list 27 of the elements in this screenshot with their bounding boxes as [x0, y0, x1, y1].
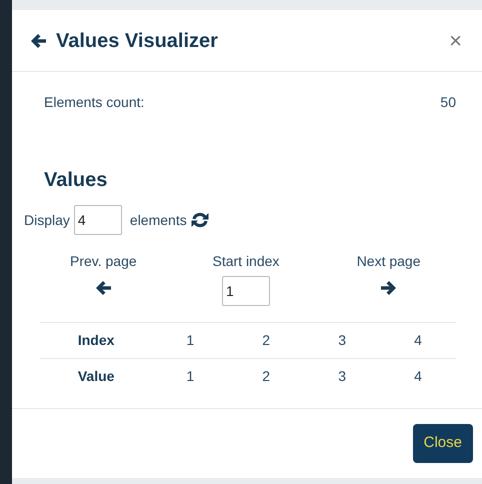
table-cell: 2: [228, 358, 304, 394]
back-arrow-icon[interactable]: [30, 32, 47, 48]
table-cell: 2: [228, 322, 304, 358]
next-arrow-icon[interactable]: [380, 280, 398, 296]
close-button[interactable]: ×: [447, 30, 464, 52]
table-cell: 3: [304, 358, 380, 394]
row-header: Index: [40, 322, 152, 358]
prev-arrow-icon[interactable]: [94, 280, 112, 296]
next-page-label: Next page: [356, 252, 421, 271]
start-index-label: Start index: [212, 252, 280, 271]
table-cell: 4: [380, 322, 456, 358]
elements-count-value: 50: [440, 93, 456, 112]
prev-page-label: Prev. page: [70, 252, 137, 271]
refresh-icon[interactable]: [190, 212, 209, 228]
close-footer-button[interactable]: Close: [412, 424, 473, 463]
modal-title: Values Visualizer: [56, 28, 218, 54]
display-label: Display: [24, 210, 70, 230]
table-cell: 4: [380, 358, 456, 394]
table-cell: 1: [152, 322, 228, 358]
row-header: Value: [40, 358, 152, 394]
display-count-field[interactable]: 4: [74, 205, 122, 235]
table-cell: 3: [304, 322, 380, 358]
display-suffix-label: elements: [130, 210, 187, 230]
elements-count-label: Elements count:: [44, 93, 144, 112]
start-index-field[interactable]: 1: [222, 276, 270, 306]
table-cell: 1: [152, 358, 228, 394]
section-heading: Values: [44, 168, 108, 193]
